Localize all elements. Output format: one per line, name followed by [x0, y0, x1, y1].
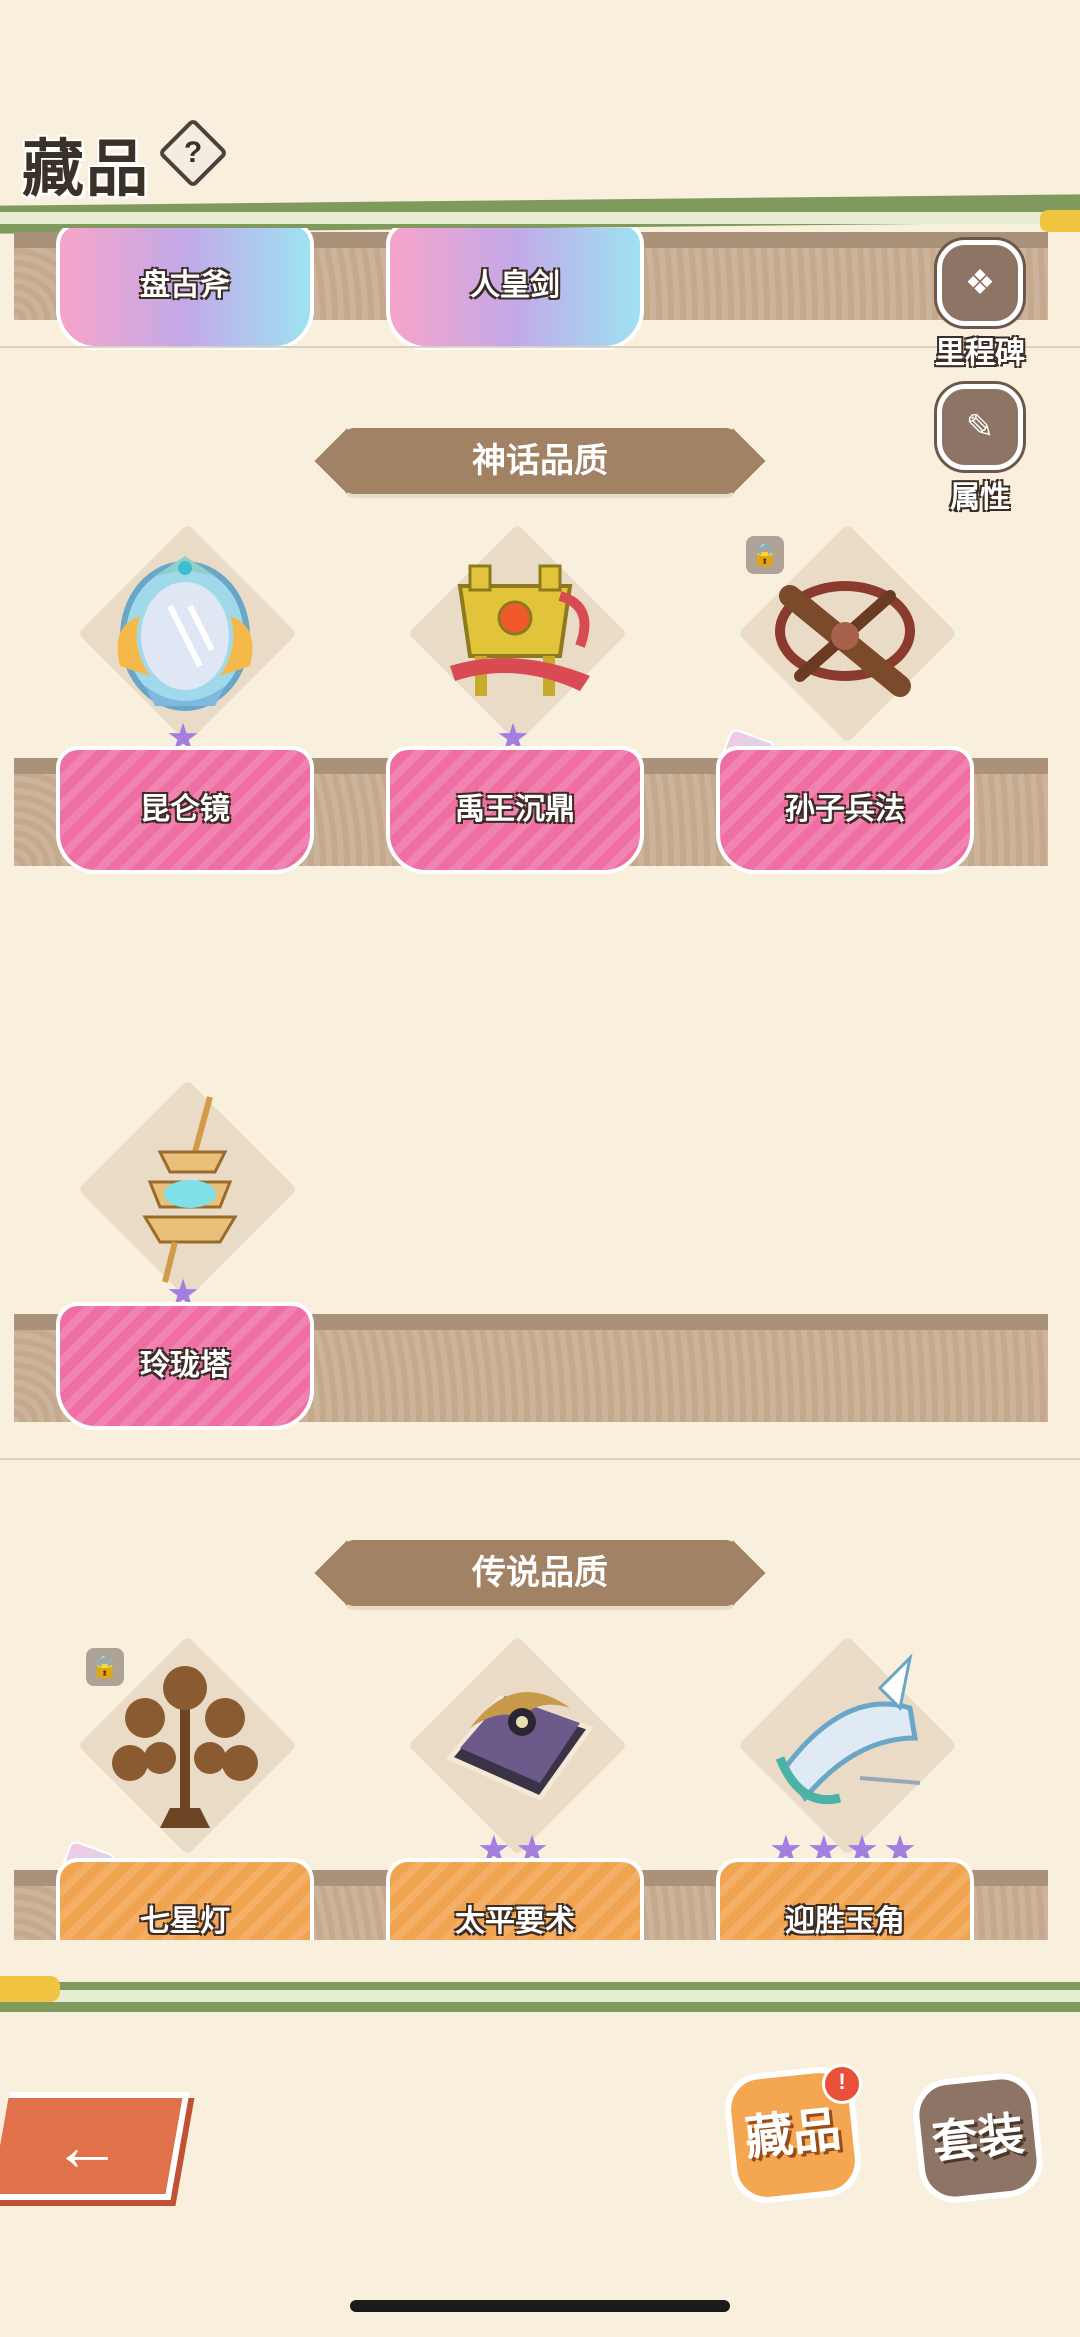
lock-icon: 🔒	[746, 536, 784, 574]
item-art-of-war[interactable]: 🔒 5/20 孙子兵法	[715, 523, 974, 906]
item-kunlun-mirror[interactable]: ★ 昆仑镜	[56, 523, 314, 906]
item-name-plate: 盘古斧	[56, 228, 314, 350]
item-yingsheng-horn[interactable]: ★★★★ 迎胜玉角	[716, 1635, 974, 1940]
item-seven-star-lamp[interactable]: 🔒 14/20 七星灯	[55, 1635, 314, 1940]
scroll-icon	[775, 581, 915, 697]
section-banner-mythic: 神话品质	[344, 428, 736, 494]
top-band-highlight	[0, 212, 1080, 224]
pagoda-icon	[142, 1096, 238, 1283]
divider	[0, 1458, 1080, 1460]
bottom-band-gold	[0, 1976, 60, 2002]
question-icon: ?	[183, 136, 203, 169]
item-name-plate: 禹王沉鼎	[386, 746, 644, 874]
item-taiping-book[interactable]: ★★ 太平要术	[386, 1635, 644, 1940]
item-name-plate: 孙子兵法	[716, 746, 974, 874]
notification-badge: !	[822, 2064, 862, 2104]
pencil-icon: ✎	[937, 384, 1023, 470]
section-banner-legend: 传说品质	[344, 1540, 736, 1606]
attributes-label: 属性	[950, 481, 1010, 514]
back-button[interactable]: ←	[0, 2092, 190, 2200]
mirror-icon	[117, 556, 253, 711]
item-pangu-axe[interactable]: 盘古斧	[56, 228, 314, 382]
collection-scroll[interactable]: 盘古斧 人皇剑 神话品质 ★ 昆仑镜 ★ 禹王沉鼎 🔒 孙子兵法 ★ 玲珑塔 传…	[0, 228, 1080, 1940]
tab-set[interactable]: 套装	[909, 2069, 1047, 2207]
lock-icon: 🔒	[86, 1648, 124, 1686]
item-name-plate: 七星灯	[56, 1858, 314, 1940]
divider	[0, 346, 1080, 348]
lamp-icon	[112, 1666, 258, 1828]
item-name-plate: 昆仑镜	[56, 746, 314, 874]
item-name-plate: 玲珑塔	[56, 1302, 314, 1430]
item-name-plate: 迎胜玉角	[716, 1858, 974, 1940]
milestone-label: 里程碑	[935, 337, 1025, 370]
item-name-plate: 人皇剑	[386, 228, 644, 350]
attributes-button[interactable]: ✎ 属性	[930, 384, 1030, 516]
back-arrow-icon: ←	[52, 2107, 122, 2185]
item-linglong-pagoda[interactable]: ★ 玲珑塔	[56, 1079, 314, 1462]
horn-icon	[775, 1653, 921, 1805]
cauldron-icon	[450, 564, 590, 696]
milestone-icon: ❖	[937, 240, 1023, 326]
book-icon	[445, 1692, 595, 1802]
item-name-plate: 太平要术	[386, 1858, 644, 1940]
item-renhuang-sword[interactable]: 人皇剑	[386, 228, 644, 382]
page-title: 藏品	[22, 132, 151, 205]
milestone-button[interactable]: ❖ 里程碑	[930, 240, 1030, 372]
help-button[interactable]: ?	[157, 117, 229, 189]
home-indicator[interactable]	[350, 2300, 730, 2312]
bottom-band-highlight	[0, 1990, 1080, 2002]
item-yuwang-cauldron[interactable]: ★ 禹王沉鼎	[386, 523, 644, 906]
